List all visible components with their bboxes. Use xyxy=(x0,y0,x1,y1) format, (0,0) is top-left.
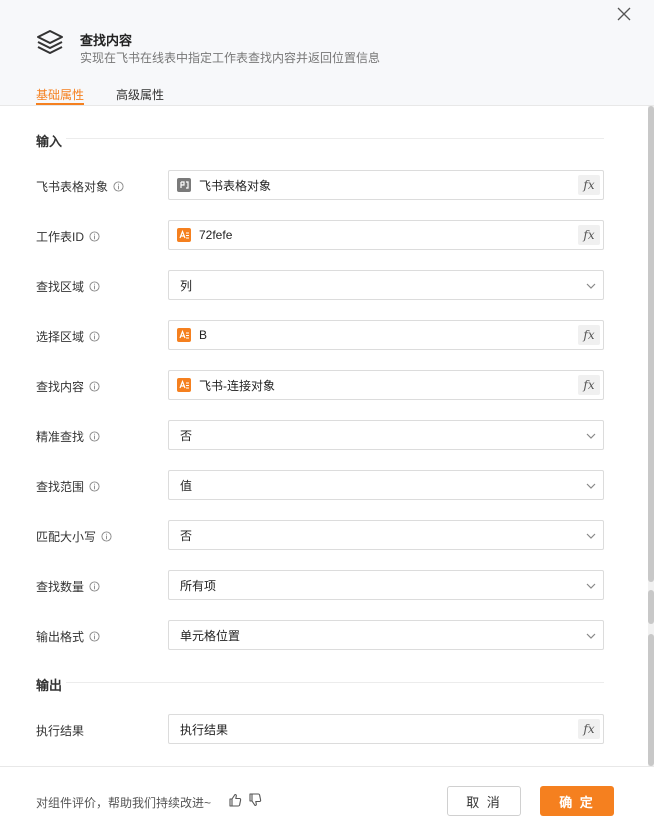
fx-button[interactable]: fx xyxy=(578,719,600,739)
info-icon[interactable] xyxy=(89,331,100,342)
confirm-button[interactable]: 确 定 xyxy=(540,786,614,816)
object-icon xyxy=(177,178,191,192)
info-icon[interactable] xyxy=(89,381,100,392)
field-label-text: 匹配大小写 xyxy=(36,530,97,544)
field-8-select[interactable]: 所有项 xyxy=(168,570,604,600)
field-value: 否 xyxy=(180,428,193,443)
info-icon[interactable] xyxy=(89,481,100,492)
field-label-text: 查找范围 xyxy=(36,480,85,494)
field-label-text: 输出格式 xyxy=(36,630,85,644)
section-output-divider xyxy=(66,682,604,683)
field-8-label: 查找数量 xyxy=(36,578,100,595)
field-5-select[interactable]: 否 xyxy=(168,420,604,450)
field-label-text: 查找内容 xyxy=(36,380,85,394)
field-4-label: 查找内容 xyxy=(36,378,100,395)
field-value: 否 xyxy=(180,528,193,543)
field-4-expression-input[interactable]: 飞书-连接对象 fx xyxy=(168,370,604,400)
dialog-header: 查找内容 实现在飞书在线表中指定工作表查找内容并返回位置信息 基础属性 高级属性 xyxy=(0,0,654,106)
tab-basic-properties[interactable]: 基础属性 xyxy=(36,86,85,105)
feedback-text: 对组件评价，帮助我们持续改进~ xyxy=(36,796,212,810)
text-variable-icon xyxy=(177,328,191,342)
tab-advanced-properties[interactable]: 高级属性 xyxy=(116,86,164,103)
info-icon[interactable] xyxy=(101,531,112,542)
text-variable-icon xyxy=(177,228,191,242)
info-icon[interactable] xyxy=(89,631,100,642)
field-value: 列 xyxy=(180,278,193,293)
close-icon[interactable] xyxy=(616,6,632,22)
field-value: 执行结果 xyxy=(180,722,229,737)
fx-button[interactable]: fx xyxy=(578,325,600,345)
field-label-text: 飞书表格对象 xyxy=(36,180,109,194)
field-3-expression-input[interactable]: Bfx xyxy=(168,320,604,350)
field-value: 飞书-连接对象 xyxy=(199,378,275,393)
layers-icon xyxy=(36,28,64,56)
chevron-down-icon[interactable] xyxy=(585,530,597,542)
execution-result-field[interactable]: 执行结果 fx xyxy=(168,714,604,744)
info-icon[interactable] xyxy=(89,581,100,592)
field-1-label: 工作表ID xyxy=(36,228,100,245)
field-5-label: 精准查找 xyxy=(36,428,100,445)
info-icon[interactable] xyxy=(89,431,100,442)
field-9-select[interactable]: 单元格位置 xyxy=(168,620,604,650)
field-3-label: 选择区域 xyxy=(36,328,100,345)
fx-button[interactable]: fx xyxy=(578,225,600,245)
field-label-text: 精准查找 xyxy=(36,430,85,444)
info-icon[interactable] xyxy=(89,281,100,292)
field-7-select[interactable]: 否 xyxy=(168,520,604,550)
field-9-label: 输出格式 xyxy=(36,628,100,645)
fx-button[interactable]: fx xyxy=(578,375,600,395)
scrollbar-thumb[interactable] xyxy=(648,106,654,582)
info-icon[interactable] xyxy=(89,231,100,242)
field-7-label: 匹配大小写 xyxy=(36,528,112,545)
field-2-select[interactable]: 列 xyxy=(168,270,604,300)
field-label-text: 选择区域 xyxy=(36,330,85,344)
chevron-down-icon[interactable] xyxy=(585,280,597,292)
section-input-title: 输入 xyxy=(36,134,63,149)
section-input-divider xyxy=(66,138,604,139)
field-1-expression-input[interactable]: 72fefe fx xyxy=(168,220,604,250)
dialog-title: 查找内容 xyxy=(80,33,133,48)
header-divider xyxy=(0,105,654,106)
field-value: 单元格位置 xyxy=(180,628,241,643)
field-value: B xyxy=(199,328,208,342)
chevron-down-icon[interactable] xyxy=(585,430,597,442)
chevron-down-icon[interactable] xyxy=(585,480,597,492)
thumbs-down-icon[interactable] xyxy=(248,793,262,807)
field-6-label: 查找范围 xyxy=(36,478,100,495)
field-2-label: 查找区域 xyxy=(36,278,100,295)
field-label-text: 执行结果 xyxy=(36,724,85,738)
field-value: 值 xyxy=(180,478,193,493)
field-value: 所有项 xyxy=(180,578,217,593)
field-label-text: 查找区域 xyxy=(36,280,85,294)
field-6-select[interactable]: 值 xyxy=(168,470,604,500)
cancel-button[interactable]: 取 消 xyxy=(447,786,521,816)
fx-button[interactable]: fx xyxy=(578,175,600,195)
field-0-label: 飞书表格对象 xyxy=(36,178,124,195)
footer-divider xyxy=(0,766,654,767)
section-output-title: 输出 xyxy=(36,678,63,693)
field-label-text: 工作表ID xyxy=(36,230,85,244)
field-value: 飞书表格对象 xyxy=(199,178,272,193)
dialog-subtitle: 实现在飞书在线表中指定工作表查找内容并返回位置信息 xyxy=(80,51,381,65)
field-label-execution-result: 执行结果 xyxy=(36,722,84,739)
scrollbar-thumb-tertiary[interactable] xyxy=(648,634,654,766)
text-variable-icon xyxy=(177,378,191,392)
info-icon[interactable] xyxy=(113,181,124,192)
chevron-down-icon[interactable] xyxy=(585,630,597,642)
scrollbar[interactable] xyxy=(648,106,654,766)
field-value: 72fefe xyxy=(199,228,233,242)
field-label-text: 查找数量 xyxy=(36,580,85,594)
chevron-down-icon[interactable] xyxy=(585,580,597,592)
scrollbar-thumb-secondary[interactable] xyxy=(648,590,654,624)
thumbs-up-icon[interactable] xyxy=(228,793,242,807)
field-0-expression-input[interactable]: 飞书表格对象 fx xyxy=(168,170,604,200)
